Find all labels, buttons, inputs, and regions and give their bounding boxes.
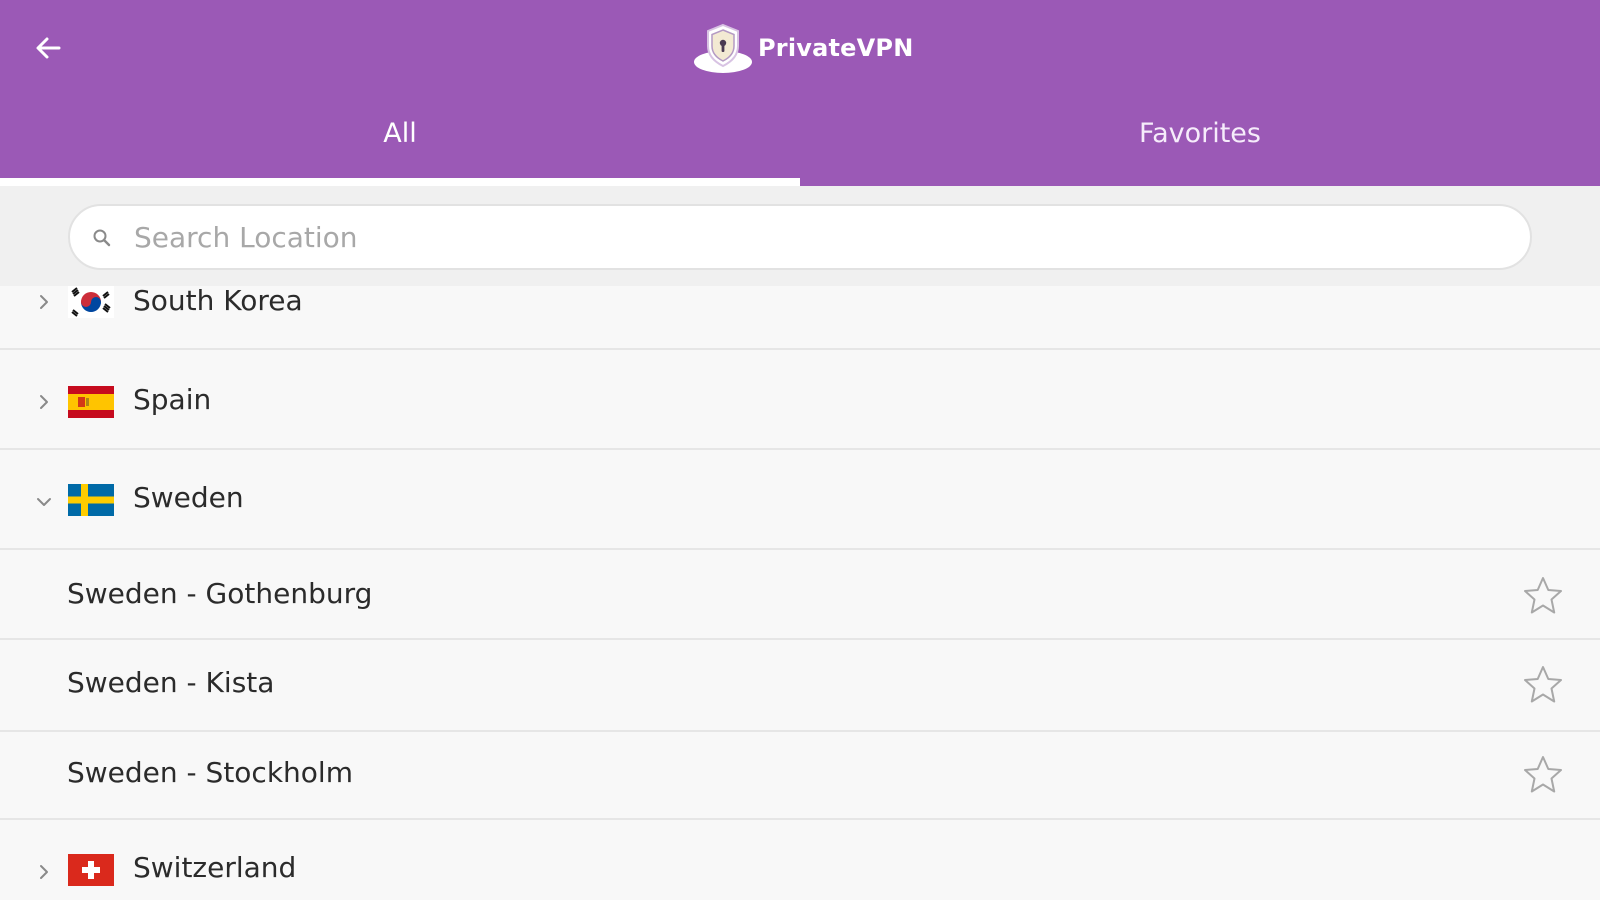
server-row-stockholm[interactable]: Sweden - Stockholm bbox=[0, 732, 1600, 820]
location-name: Sweden bbox=[133, 481, 244, 514]
chevron-right-icon bbox=[40, 865, 48, 879]
location-name: South Korea bbox=[133, 286, 303, 317]
location-name: Spain bbox=[133, 383, 212, 416]
chevron-down-icon bbox=[37, 498, 51, 506]
brand-name: PrivateVPN bbox=[758, 34, 914, 62]
location-row-switzerland[interactable]: Switzerland bbox=[0, 820, 1600, 900]
server-name: Sweden - Kista bbox=[67, 666, 275, 699]
tab-all[interactable]: All bbox=[0, 100, 800, 186]
shield-lock-icon bbox=[694, 23, 752, 73]
server-row-gothenburg[interactable]: Sweden - Gothenburg bbox=[0, 550, 1600, 640]
star-outline-icon[interactable] bbox=[1522, 754, 1564, 796]
star-outline-icon[interactable] bbox=[1522, 575, 1564, 617]
chevron-right-icon bbox=[40, 295, 48, 309]
server-name: Sweden - Gothenburg bbox=[67, 577, 373, 610]
search-box[interactable] bbox=[68, 204, 1532, 270]
chevron-right-icon bbox=[40, 395, 48, 409]
location-list: South Korea Spain Sweden Sweden - Gothen… bbox=[0, 286, 1600, 900]
server-row-kista[interactable]: Sweden - Kista bbox=[0, 640, 1600, 732]
spain-flag bbox=[68, 386, 114, 418]
search-area bbox=[0, 186, 1600, 286]
star-outline-icon[interactable] bbox=[1522, 664, 1564, 706]
brand-logo: PrivateVPN bbox=[692, 20, 914, 76]
server-name: Sweden - Stockholm bbox=[67, 756, 353, 789]
tab-all-label: All bbox=[383, 118, 417, 149]
location-row-south-korea[interactable]: South Korea bbox=[0, 286, 1600, 350]
arrow-left-icon bbox=[36, 37, 61, 59]
search-icon bbox=[93, 229, 111, 247]
location-row-sweden[interactable]: Sweden bbox=[0, 450, 1600, 550]
back-button[interactable] bbox=[28, 28, 68, 68]
search-input[interactable] bbox=[134, 212, 1514, 262]
app-header: PrivateVPN All Favorites bbox=[0, 0, 1600, 186]
tab-bar: All Favorites bbox=[0, 100, 1600, 186]
south-korea-flag bbox=[68, 286, 114, 318]
active-tab-indicator bbox=[0, 178, 800, 186]
tab-favorites[interactable]: Favorites bbox=[800, 100, 1600, 186]
tab-favorites-label: Favorites bbox=[1139, 118, 1261, 149]
location-row-spain[interactable]: Spain bbox=[0, 350, 1600, 450]
switzerland-flag bbox=[68, 854, 114, 886]
location-name: Switzerland bbox=[133, 851, 297, 884]
sweden-flag bbox=[68, 484, 114, 516]
